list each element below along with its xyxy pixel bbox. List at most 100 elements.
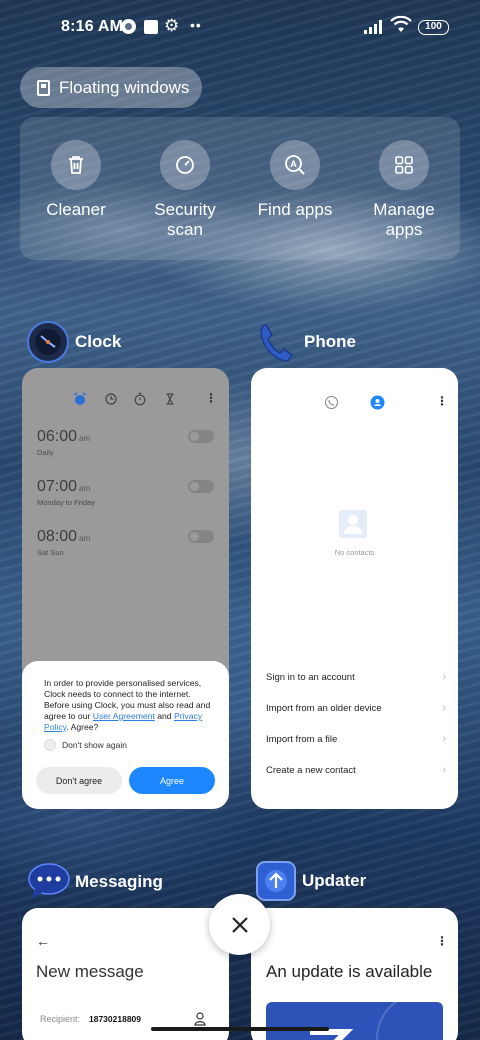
grid-icon [379,140,429,190]
dialog-text: . Agree? [66,722,99,732]
alarm-item[interactable]: 08:00 am Sat Sun [37,528,214,557]
phone-app-title: Phone [304,332,356,351]
sign-in-account-item[interactable]: Sign in to an account › [266,671,446,683]
back-arrow-icon[interactable]: ← [36,933,50,949]
chevron-right-icon: › [442,702,446,714]
updater-app-title: Updater [302,871,367,890]
world-clock-icon[interactable] [104,392,118,406]
alarm-item[interactable]: 07:00 am Monday to Friday [37,478,214,507]
signal-icon [364,20,382,34]
action-label: Import from a file [266,734,338,745]
stopwatch-icon[interactable] [133,392,147,406]
no-contacts-icon [339,510,367,538]
update-banner-image [266,1002,443,1040]
contacts-icon[interactable] [370,395,385,410]
trash-icon [51,140,101,190]
gear-icon: ⚙ [164,16,180,35]
more-notifications-icon: •• [190,17,202,33]
wifi-icon [390,16,412,32]
messaging-app-card[interactable]: ← New message Recipient: 18730218809 [22,908,229,1040]
tool-label: Find apps [257,200,333,219]
alarm-repeat: Monday to Friday [37,498,95,507]
home-indicator[interactable] [151,1027,329,1031]
alarm-time: 08:00 [37,528,78,545]
clock-app-header[interactable]: Clock [27,321,121,363]
alarm-item[interactable]: 06:00 am Daily [37,428,214,457]
cleaner-button[interactable]: Cleaner [21,140,131,220]
alarm-repeat: Sat Sun [37,548,64,557]
agree-button[interactable]: Agree [129,767,215,794]
find-apps-button[interactable]: A Find apps [240,140,350,220]
messaging-app-title: Messaging [75,872,163,891]
timer-icon[interactable] [163,392,177,406]
alarm-ampm: am [79,534,91,543]
updater-app-icon [256,861,296,901]
notification-square-icon [144,20,158,34]
chevron-right-icon: › [442,733,446,745]
action-label: Create a new contact [266,765,356,776]
floating-windows-label: Floating windows [59,77,190,97]
no-contacts-label: No contacts [334,548,375,557]
recipient-value[interactable]: 18730218809 [89,1014,141,1024]
alarm-toggle[interactable] [188,480,214,493]
update-heading: An update is available [266,962,433,981]
messaging-app-icon [27,861,70,903]
recipient-label: Recipient: [40,1014,81,1024]
action-label: Import from an older device [266,703,382,714]
status-bar: 8:16 AM ⚙ •• 100 [0,0,480,56]
more-options-icon[interactable]: ⋮ [436,394,448,408]
permission-dialog: In order to provide personalised service… [22,661,229,809]
tool-label: Cleaner [46,200,106,219]
dont-show-again-label: Don't show again [62,740,127,750]
updater-app-header[interactable]: Updater [256,861,366,901]
call-log-icon[interactable] [324,395,339,410]
chevron-right-icon: › [442,764,446,776]
status-time: 8:16 AM [61,18,124,35]
create-contact-item[interactable]: Create a new contact › [266,764,446,776]
user-agreement-link[interactable]: User Agreement [93,711,155,721]
clock-tabs: ⋮ [22,391,229,410]
checkbox-circle [44,739,56,751]
phone-app-header[interactable]: Phone [256,321,356,363]
phone-app-icon [256,321,298,363]
tool-label: Manage apps [373,200,435,239]
phone-app-card[interactable]: ⋮ No contacts Sign in to an account › Imp… [251,368,458,809]
alarm-icon[interactable] [73,392,87,406]
notification-app-icon [121,19,136,34]
clock-app-card[interactable]: ⋮ 06:00 am Daily 07:00 am Monday to Friday… [22,368,229,809]
alarm-toggle[interactable] [188,530,214,543]
search-app-icon: A [270,140,320,190]
dont-agree-button[interactable]: Don't agree [36,767,122,794]
security-scan-button[interactable]: Security scan [130,140,240,240]
svg-text:A: A [290,159,297,169]
battery-icon: 100 [418,20,449,35]
updater-app-card[interactable]: ⋮ An update is available [251,908,458,1040]
more-options-icon[interactable]: ⋮ [436,934,448,948]
chevron-right-icon: › [442,671,446,683]
clock-app-icon [27,321,69,363]
floating-windows-button[interactable]: Floating windows [20,67,202,108]
dialog-text: and [154,711,174,721]
more-options-icon[interactable]: ⋮ [205,391,217,405]
dialog-message: In order to provide personalised service… [44,678,214,733]
manage-apps-button[interactable]: Manage apps [349,140,459,240]
dont-show-again-checkbox[interactable]: Don't show again [44,739,127,751]
import-older-device-item[interactable]: Import from an older device › [266,702,446,714]
add-contact-icon[interactable] [194,1012,206,1026]
tool-label: Security scan [154,200,216,239]
close-icon [231,916,248,933]
messaging-app-header[interactable]: Messaging [27,861,163,903]
alarm-ampm: am [79,484,91,493]
clock-app-title: Clock [75,332,122,351]
action-label: Sign in to an account [266,672,355,683]
alarm-repeat: Daily [37,448,54,457]
alarm-time: 06:00 [37,428,78,445]
floating-window-icon [37,79,50,96]
security-scan-icon [160,140,210,190]
import-file-item[interactable]: Import from a file › [266,733,446,745]
clear-all-button[interactable] [209,894,270,955]
alarm-time: 07:00 [37,478,78,495]
alarm-toggle[interactable] [188,430,214,443]
alarm-ampm: am [79,434,91,443]
new-message-heading: New message [36,962,144,981]
